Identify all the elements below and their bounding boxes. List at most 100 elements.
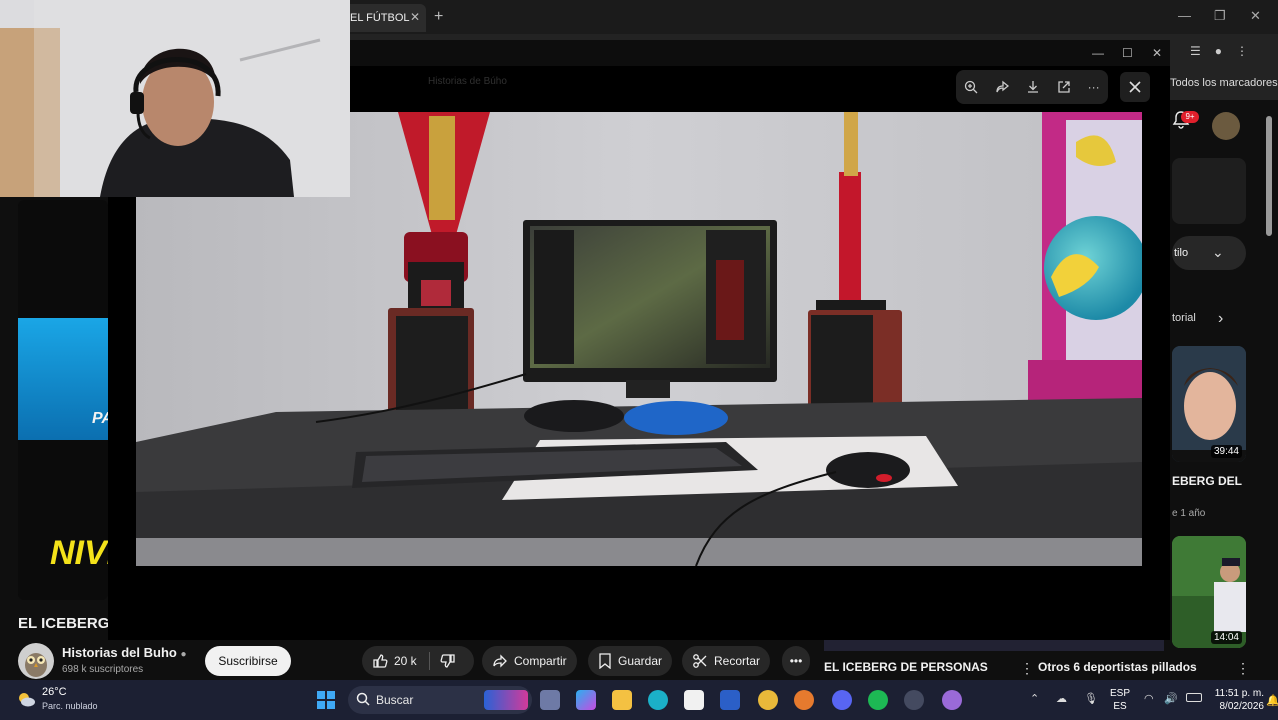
viewer-minimize-icon[interactable]: —	[1092, 46, 1104, 60]
language-bottom: ES	[1113, 701, 1127, 712]
firefox-icon[interactable]	[794, 690, 814, 710]
tab-close-icon[interactable]: ✕	[410, 10, 420, 24]
like-count: 20 k	[394, 654, 417, 668]
scissors-icon	[693, 654, 707, 668]
thumbnail-overlay-text-short: PA	[92, 410, 108, 427]
recommendation-title-bottom-1[interactable]: EL ICEBERG DE PERSONAS	[824, 660, 988, 674]
minimize-icon[interactable]: —	[1178, 8, 1191, 23]
channel-name[interactable]: Historias del Buho ●	[62, 645, 187, 660]
section-label: torial	[1172, 312, 1196, 324]
task-view-icon[interactable]	[540, 690, 560, 710]
new-tab-icon[interactable]: +	[434, 8, 443, 26]
download-icon[interactable]	[1026, 80, 1040, 94]
search-highlight-icon	[484, 690, 528, 710]
copilot-icon[interactable]	[576, 690, 596, 710]
language-top: ESP	[1110, 688, 1131, 699]
thumbs-down-icon	[440, 654, 455, 668]
verified-icon: ●	[180, 649, 187, 660]
chrome-icon[interactable]	[758, 690, 778, 710]
windows-start-icon[interactable]	[316, 690, 336, 710]
more-vertical-icon-2[interactable]: ⋮	[1236, 660, 1250, 677]
share-label: Compartir	[514, 654, 567, 668]
store-icon[interactable]	[684, 690, 704, 710]
weather-temperature: 26°C	[42, 686, 67, 698]
spotify-icon[interactable]	[868, 690, 888, 710]
tab-title: EL FÚTBOL	[350, 12, 410, 24]
duration-label-1: 39:44	[1210, 445, 1242, 458]
microphone-icon[interactable]: 🎙	[1084, 692, 1098, 705]
recommendation-thumbnail-2[interactable]: 14:04	[1172, 536, 1246, 648]
dislike-button[interactable]	[440, 653, 456, 669]
chevron-down-icon[interactable]: ⌄	[1212, 244, 1224, 261]
clock[interactable]: 11:51 p. m. 8/02/2026	[1212, 687, 1264, 713]
queue-icon[interactable]: ☰	[1190, 44, 1201, 58]
notification-badge: 9+	[1181, 111, 1199, 123]
close-icon	[1129, 81, 1141, 93]
onedrive-icon[interactable]: ☁	[1056, 692, 1067, 705]
scrollbar[interactable]	[1266, 116, 1272, 236]
search-icon	[356, 692, 370, 706]
recommendation-title-1[interactable]: EBERG DEL	[1172, 474, 1242, 488]
save-label: Guardar	[618, 654, 663, 668]
recommendation-meta-1: e 1 año	[1172, 508, 1206, 519]
share-button[interactable]: Compartir	[482, 646, 577, 676]
word-icon[interactable]	[720, 690, 740, 710]
zoom-in-icon[interactable]	[964, 80, 978, 94]
more-horizontal-icon: •••	[789, 654, 803, 668]
share-arrow-icon	[493, 654, 507, 668]
owl-avatar-icon	[18, 643, 54, 679]
wifi-icon[interactable]: ◠	[1144, 692, 1154, 705]
obs-icon[interactable]	[904, 690, 924, 710]
recommendation-title-bottom-2[interactable]: Otros 6 deportistas pillados	[1038, 660, 1197, 674]
save-button[interactable]: Guardar	[588, 646, 673, 676]
notifications-icon[interactable]: 🔔	[1266, 694, 1278, 707]
viewer-toolbar: ···	[956, 70, 1108, 104]
taskbar-search-text: Buscar	[376, 693, 414, 707]
edge-icon[interactable]	[648, 690, 668, 710]
app-icon[interactable]	[942, 690, 962, 710]
all-bookmarks-link[interactable]: Todos los marcadores	[1170, 77, 1278, 89]
battery-icon[interactable]	[1186, 693, 1202, 702]
like-button[interactable]: 20 k	[372, 646, 417, 676]
more-icon[interactable]: ···	[1088, 80, 1100, 94]
channel-name-text: Historias del Buho	[62, 645, 177, 660]
video-player-thumbnail[interactable]: PA NIVE	[18, 200, 108, 600]
sidebar-card	[1172, 158, 1246, 224]
viewer-close-window-icon[interactable]: ✕	[1152, 46, 1162, 60]
language-indicator[interactable]: ESP ES	[1110, 687, 1130, 713]
thumbs-up-icon	[373, 654, 388, 668]
share-icon[interactable]	[995, 80, 1010, 94]
tray-chevron-up-icon[interactable]: ⌃	[1030, 692, 1039, 705]
more-actions-button[interactable]: •••	[782, 646, 810, 676]
faded-address: Historias de Búho	[428, 76, 507, 87]
maximize-icon[interactable]: ❐	[1214, 8, 1226, 24]
viewer-close-button[interactable]	[1120, 72, 1150, 102]
browser-tab[interactable]: EL FÚTBOL ✕	[340, 4, 426, 32]
user-avatar[interactable]	[1212, 112, 1240, 140]
clip-label: Recortar	[714, 654, 761, 668]
webcam-overlay	[0, 0, 350, 197]
clip-button[interactable]: Recortar	[682, 646, 771, 676]
open-external-icon[interactable]	[1057, 80, 1071, 94]
file-explorer-icon[interactable]	[612, 690, 632, 710]
more-vertical-icon[interactable]: ⋮	[1020, 660, 1034, 677]
extension-icons: ☰ ● ⋮	[1190, 44, 1248, 58]
close-window-icon[interactable]: ✕	[1250, 8, 1261, 24]
weather-icon[interactable]	[16, 690, 36, 708]
thumbnail-overlay-text-big: NIVE	[50, 534, 108, 572]
chevron-right-icon[interactable]: ›	[1218, 310, 1223, 328]
discord-icon[interactable]	[832, 690, 852, 710]
channel-avatar[interactable]	[18, 643, 54, 679]
clock-time: 11:51 p. m.	[1214, 688, 1264, 699]
menu-dots-icon[interactable]: ⋮	[1236, 44, 1248, 58]
viewer-maximize-icon[interactable]: ☐	[1122, 46, 1133, 60]
filter-chip[interactable]: tilo	[1172, 236, 1246, 270]
like-dislike-group: 20 k	[362, 646, 474, 676]
subscriber-count: 698 k suscriptores	[62, 664, 144, 675]
duration-label-2: 14:04	[1210, 631, 1242, 644]
extension-avatar-icon[interactable]: ●	[1215, 44, 1222, 58]
volume-icon[interactable]: 🔊	[1164, 692, 1178, 705]
recommendation-thumbnail-1[interactable]: 39:44	[1172, 346, 1246, 462]
clock-date: 8/02/2026	[1219, 701, 1265, 712]
subscribe-button[interactable]: Suscribirse	[205, 646, 291, 676]
